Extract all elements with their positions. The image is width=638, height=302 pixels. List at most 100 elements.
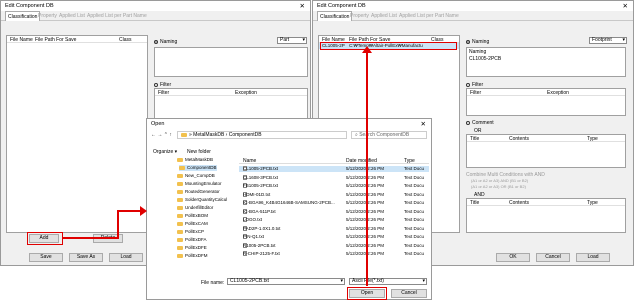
- tab-applied-list-per-part[interactable]: Applied List per Part Name: [87, 13, 147, 19]
- file-name-input[interactable]: CL1005-2PCB.txt: [227, 278, 345, 285]
- file-type-select[interactable]: Ascii File(*.txt): [349, 278, 427, 285]
- folder-icon: [177, 238, 183, 242]
- folder-icon: [177, 174, 183, 178]
- close-icon[interactable]: ✕: [421, 120, 426, 128]
- new-folder-button[interactable]: New folder: [187, 149, 211, 155]
- tab-property[interactable]: Property: [350, 13, 369, 19]
- breadcrumb-item[interactable]: ComponentDB: [229, 132, 262, 138]
- comment-radio[interactable]: Comment: [466, 120, 494, 126]
- tree-item[interactable]: MountingEmulator: [177, 181, 222, 187]
- save-as-button[interactable]: Save As: [69, 253, 103, 262]
- load-button[interactable]: Load: [109, 253, 143, 262]
- naming-panel: Naming CL1005-2PCB: [466, 47, 626, 77]
- col-class: Class: [119, 37, 132, 43]
- naming-type-select[interactable]: Part: [277, 37, 307, 44]
- file-row[interactable]: HDMI-01D.txt 5/12/2020 2:26 PM Text Docu: [239, 191, 429, 198]
- file-row[interactable]: PIN-Q1.txt 5/12/2020 2:26 PM Text Docu: [239, 234, 429, 240]
- tab-bar: Classification Property Applied List App…: [1, 11, 310, 21]
- comment-table[interactable]: Title Contents Type: [466, 134, 626, 168]
- file-row[interactable]: FB1005-2PCB.txt 5/12/2020 2:26 PM Text Doc…: [239, 183, 429, 189]
- folder-icon: [177, 214, 183, 218]
- cancel-button[interactable]: Cancel: [536, 253, 570, 262]
- col-date[interactable]: Date modified: [346, 158, 377, 164]
- tree-item[interactable]: PollExDFM: [177, 253, 208, 259]
- folder-icon: [179, 166, 185, 170]
- naming-radio[interactable]: Naming: [466, 39, 489, 45]
- tree-item[interactable]: MetalMaskDB: [177, 157, 213, 163]
- nav-arrows[interactable]: ← → ⌃ ↑: [151, 132, 172, 138]
- folder-tree[interactable]: MetalMaskDB ComponentDB New_CompDB Mounting…: [149, 157, 235, 267]
- file-row[interactable]: LOGO.txt 5/12/2020 2:26 PM Text Docu: [239, 217, 429, 223]
- arrow-head: [140, 206, 147, 216]
- arrow-head: [362, 46, 372, 53]
- arrow-segment: [117, 210, 119, 239]
- organize-button[interactable]: Organize ▾: [153, 149, 177, 155]
- file-type: Text Docu: [404, 191, 425, 197]
- naming-value: CL1005-2PCB: [469, 56, 502, 62]
- folder-icon: [177, 182, 183, 186]
- file-list[interactable]: Name Date modified Type CL1005-2PCB.txt 5/1…: [239, 157, 429, 267]
- search-input[interactable]: ⌕ Search ComponentDB: [351, 131, 427, 139]
- col-type[interactable]: Type: [404, 158, 415, 164]
- file-type: Text Docu: [404, 225, 425, 231]
- folder-icon: [177, 206, 183, 210]
- naming-type-select[interactable]: Footprint: [589, 37, 627, 44]
- tree-item[interactable]: UnderfillEditor: [177, 205, 213, 211]
- row-highlight: [320, 42, 457, 50]
- load-button[interactable]: Load: [576, 253, 610, 262]
- file-type: Text Docu: [404, 234, 425, 239]
- close-icon[interactable]: ✕: [300, 2, 305, 10]
- tab-classification[interactable]: Classification: [5, 11, 41, 21]
- save-button[interactable]: Save: [29, 253, 63, 262]
- file-row[interactable]: IC-BGA96_K4B4G1646B-SAMSUNG-2PCB... 5/12/…: [239, 200, 429, 206]
- file-row[interactable]: CL1608-3PCB.txt 5/12/2020 2:26 PM Text Doc…: [239, 174, 429, 181]
- cancel-button[interactable]: Cancel: [391, 289, 427, 298]
- col-name[interactable]: Name: [243, 158, 256, 164]
- folder-icon: [181, 133, 187, 137]
- tree-item[interactable]: ComponentDB: [179, 165, 217, 171]
- folder-icon: [177, 230, 183, 234]
- and-table[interactable]: Title Contents Type: [466, 198, 626, 233]
- tree-item[interactable]: PollExBOM: [177, 213, 208, 219]
- folder-icon: [177, 246, 183, 250]
- col-title: Title: [470, 200, 480, 206]
- col-file-name: File Name: [10, 37, 33, 43]
- tree-item[interactable]: PollExDFA: [177, 237, 207, 243]
- tree-item[interactable]: SolderQuantityCalcul: [177, 197, 227, 203]
- tree-item[interactable]: PollExDFE: [177, 245, 207, 251]
- arrow-add-to-dialog: [62, 237, 118, 239]
- file-type: Text Docu: [404, 251, 425, 256]
- dialog-title: Open ✕: [147, 119, 431, 129]
- col-title: Title: [470, 136, 480, 142]
- col-exception: Exception: [547, 90, 569, 96]
- arrow-open-to-list: [366, 52, 368, 286]
- breadcrumb[interactable]: » MetalMaskDB › ComponentDB: [177, 131, 347, 139]
- tab-applied-list[interactable]: Applied List: [59, 13, 85, 19]
- file-row[interactable]: R-CHIP-2125-F.txt 5/12/2020 2:26 PM Text D…: [239, 251, 429, 257]
- tree-item[interactable]: RoutedGenerator: [177, 189, 220, 195]
- filter-table[interactable]: Filter Exception: [466, 88, 626, 116]
- tab-applied-list-per-part[interactable]: Applied List per Part Name: [399, 13, 459, 19]
- file-row[interactable]: CL1005-2PCB.txt 5/12/2020 2:26 PM Text Doc…: [239, 166, 429, 172]
- tab-applied-list[interactable]: Applied List: [371, 13, 397, 19]
- file-row[interactable]: IC-BGA-511P.txt 5/12/2020 2:26 PM Text Doc…: [239, 208, 429, 215]
- tab-bar: Classification Property Applied List App…: [313, 11, 633, 21]
- close-icon[interactable]: ✕: [623, 2, 628, 10]
- combine-option-1[interactable]: (A1 or A2 or A3) AND (B1 or B2): [471, 178, 528, 183]
- tab-property[interactable]: Property: [38, 13, 57, 19]
- arrow-segment: [117, 210, 141, 212]
- file-row[interactable]: PAD2P-1.0X1.0.txt 5/12/2020 2:26 PM Text D…: [239, 225, 429, 232]
- breadcrumb-item[interactable]: MetalMaskDB: [193, 132, 224, 138]
- naming-radio[interactable]: Naming: [154, 39, 177, 45]
- combine-option-2[interactable]: (A1 or A2 or A3) OR (B1 or B2): [471, 184, 526, 189]
- tree-item[interactable]: PollExCAM: [177, 221, 208, 227]
- naming-panel: [154, 47, 308, 77]
- ok-button[interactable]: OK: [496, 253, 530, 262]
- tree-item[interactable]: New_CompDB: [177, 173, 215, 179]
- col-contents: Contents: [509, 136, 530, 142]
- tree-item[interactable]: PollExCP: [177, 229, 204, 235]
- tab-classification[interactable]: Classification: [317, 11, 353, 21]
- folder-icon: [177, 158, 183, 162]
- file-row[interactable]: R1005-2PCB.txt 5/12/2020 2:26 PM Text Docu: [239, 242, 429, 249]
- component-list[interactable]: File Name File Path For Save Class: [6, 35, 148, 233]
